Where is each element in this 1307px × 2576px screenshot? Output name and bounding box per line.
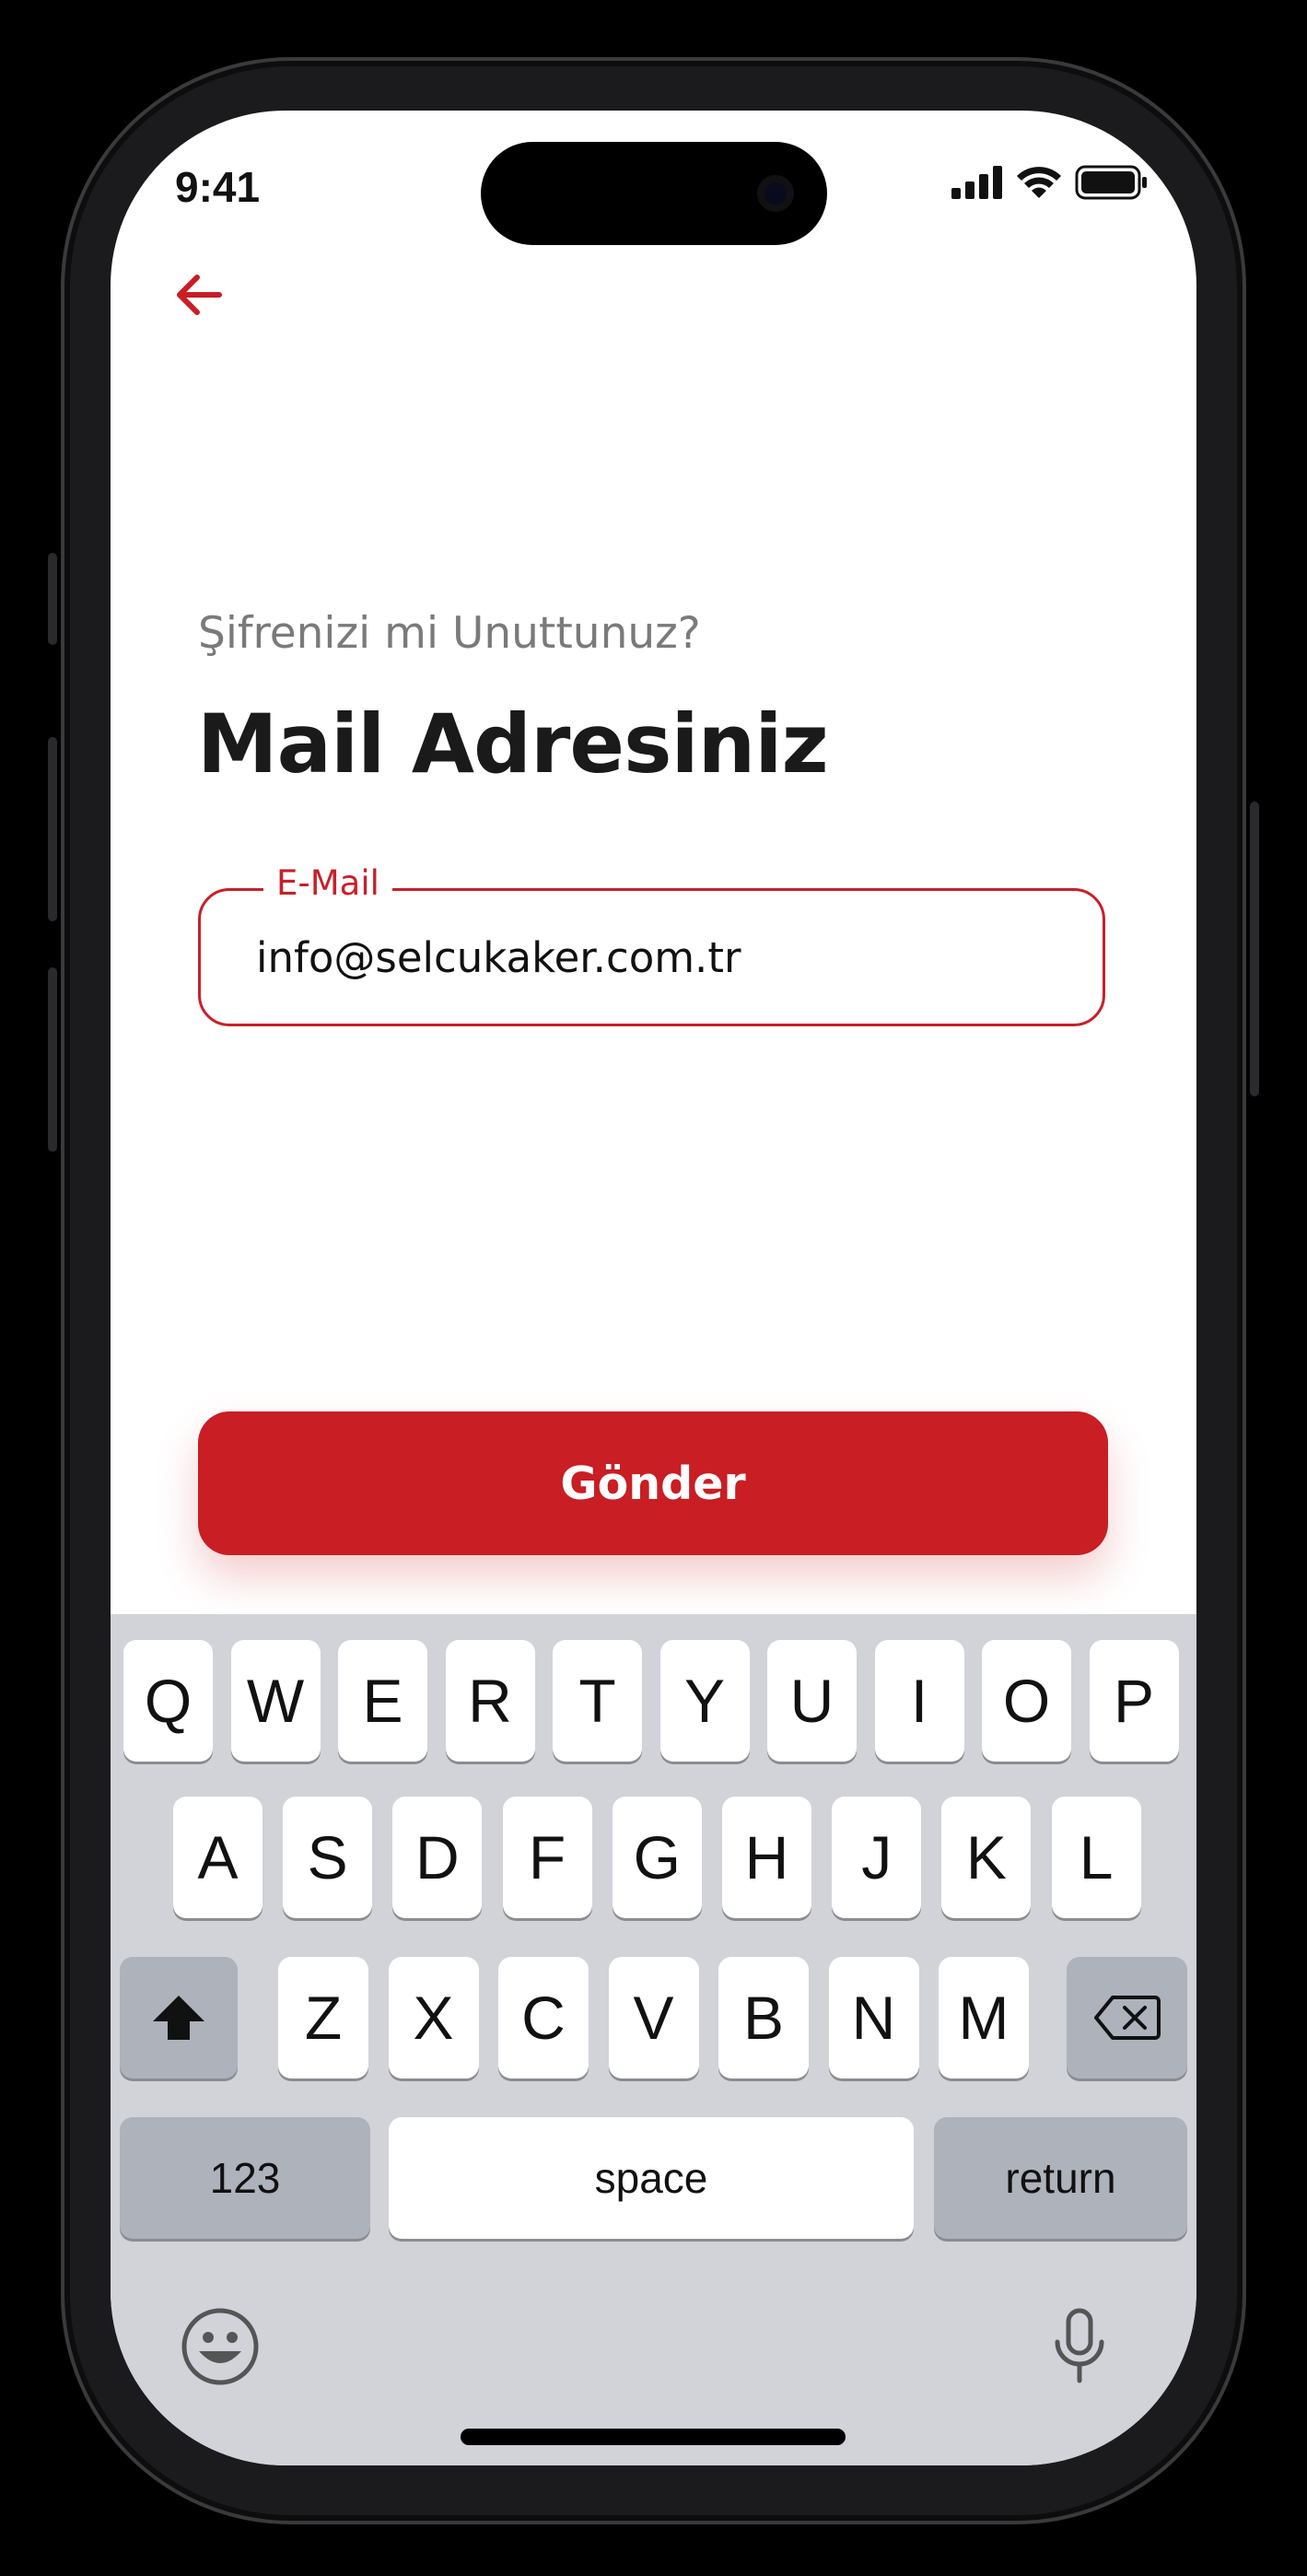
volume-down-button: [48, 967, 57, 1152]
shift-icon: [153, 1996, 204, 2040]
dictation-button[interactable]: [1052, 2307, 1107, 2386]
key-s[interactable]: S: [283, 1797, 373, 1918]
key-e[interactable]: E: [338, 1640, 427, 1762]
battery-icon: [1075, 165, 1147, 200]
key-i[interactable]: I: [874, 1640, 964, 1762]
camera-icon: [757, 175, 794, 212]
email-field-label: E-Mail: [263, 863, 392, 903]
emoji-icon: [181, 2308, 259, 2385]
key-q[interactable]: Q: [123, 1640, 213, 1762]
back-button[interactable]: [171, 267, 227, 322]
key-n[interactable]: N: [828, 1957, 919, 2078]
keyboard: QWERTYUIOP ASDFGHJKL ZXCVBNM 123 space r…: [111, 1614, 1196, 2465]
status-time: 9:41: [175, 163, 261, 211]
delete-key[interactable]: [1067, 1957, 1187, 2078]
key-r[interactable]: R: [445, 1640, 535, 1762]
key-h[interactable]: H: [722, 1797, 811, 1918]
key-l[interactable]: L: [1051, 1797, 1141, 1918]
power-button: [1250, 802, 1259, 1096]
phone-screen: 9:41 Şifrenizi mi Unuttunuz? Mail Adresi…: [111, 111, 1196, 2465]
page-subtitle: Şifrenizi mi Unuttunuz?: [198, 608, 701, 659]
backspace-icon: [1093, 1996, 1161, 2040]
key-a[interactable]: A: [173, 1797, 263, 1918]
status-icons: [951, 164, 1149, 201]
key-x[interactable]: X: [388, 1957, 479, 2078]
email-field[interactable]: E-Mail info@selcukaker.com.tr: [198, 863, 1105, 1026]
microphone-icon: [1055, 2308, 1104, 2383]
key-f[interactable]: F: [502, 1797, 592, 1918]
action-button: [48, 553, 57, 645]
key-t[interactable]: T: [553, 1640, 642, 1762]
arrow-left-icon: [177, 275, 222, 315]
key-u[interactable]: U: [767, 1640, 857, 1762]
dynamic-island: [481, 142, 827, 245]
key-j[interactable]: J: [832, 1797, 922, 1918]
numbers-key[interactable]: 123: [120, 2117, 370, 2239]
home-indicator: [461, 2429, 846, 2445]
page-title: Mail Adresiniz: [197, 697, 829, 791]
key-c[interactable]: C: [498, 1957, 589, 2078]
volume-up-button: [48, 737, 57, 921]
key-y[interactable]: Y: [659, 1640, 750, 1762]
key-g[interactable]: G: [612, 1797, 702, 1918]
key-k[interactable]: K: [941, 1797, 1032, 1918]
emoji-button[interactable]: [181, 2307, 260, 2386]
key-m[interactable]: M: [939, 1957, 1029, 2078]
key-v[interactable]: V: [608, 1957, 699, 2078]
key-p[interactable]: P: [1089, 1640, 1179, 1762]
key-w[interactable]: W: [230, 1640, 321, 1762]
cellular-signal-icon: [951, 166, 1002, 199]
email-input[interactable]: info@selcukaker.com.tr: [256, 933, 1067, 982]
return-key[interactable]: return: [934, 2117, 1187, 2239]
key-b[interactable]: B: [718, 1957, 809, 2078]
space-key[interactable]: space: [389, 2117, 914, 2239]
key-o[interactable]: O: [982, 1640, 1071, 1762]
key-z[interactable]: Z: [278, 1957, 368, 2078]
shift-key[interactable]: [120, 1957, 238, 2078]
send-button[interactable]: Gönder: [198, 1411, 1108, 1555]
key-d[interactable]: D: [392, 1797, 483, 1918]
wifi-icon: [1017, 167, 1061, 198]
